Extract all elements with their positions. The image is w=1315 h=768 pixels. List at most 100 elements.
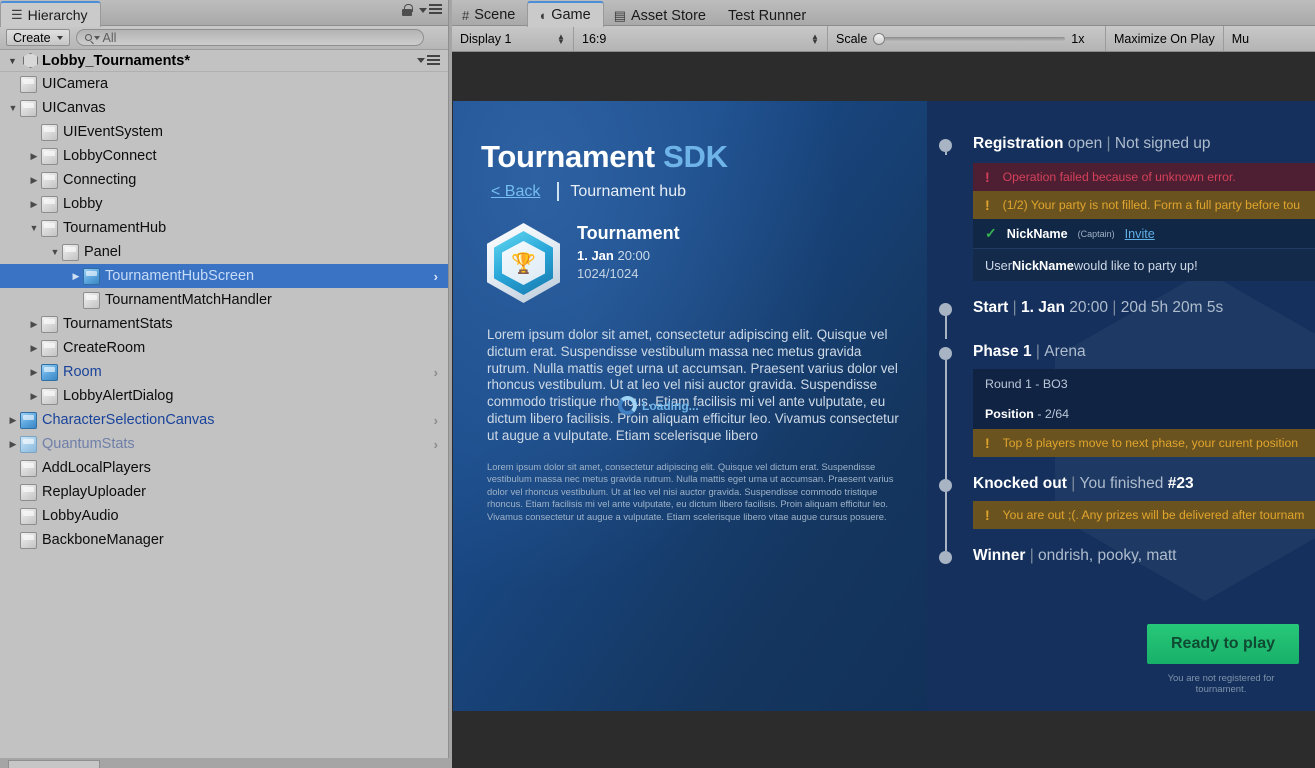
hierarchy-node-quantumstats[interactable]: ▶ QuantumStats ›	[0, 432, 448, 456]
display-dropdown[interactable]: Display 1 ▲▼	[452, 26, 574, 51]
hierarchy-node-lobby[interactable]: ▶Lobby	[0, 192, 448, 216]
party-invite-name: NickName	[1012, 258, 1074, 273]
hierarchy-node-tournamenthub[interactable]: ▼TournamentHub	[0, 216, 448, 240]
sdk-title-accent: SDK	[663, 139, 728, 174]
hierarchy-node-createroom[interactable]: ▶CreateRoom	[0, 336, 448, 360]
lock-icon[interactable]	[402, 4, 412, 16]
hierarchy-node-uicanvas[interactable]: ▼UICanvas	[0, 96, 448, 120]
scene-menu-icon[interactable]	[417, 55, 440, 67]
tab-label: Test Runner	[728, 8, 806, 24]
winner-names: ondrish, pooky, matt	[1038, 547, 1176, 564]
tab-label: Asset Store	[631, 8, 706, 24]
tab-asset-store[interactable]: ▤Asset Store	[604, 3, 718, 28]
hierarchy-node-room[interactable]: ▶ Room ›	[0, 360, 448, 384]
gameobject-icon	[41, 340, 58, 357]
chevron-right-icon[interactable]: ▶	[27, 368, 41, 377]
chevron-right-icon[interactable]: ▶	[69, 272, 83, 281]
display-dropdown-label: Display 1	[460, 32, 511, 46]
open-prefab-icon[interactable]: ›	[434, 269, 438, 284]
hierarchy-node-label: AddLocalPlayers	[42, 460, 151, 476]
chevron-right-icon[interactable]: ▶	[27, 176, 41, 185]
mute-audio-button[interactable]: Mu	[1224, 26, 1257, 51]
game-view-footer	[453, 711, 1315, 768]
hierarchy-node-addlocalplayers[interactable]: AddLocalPlayers	[0, 456, 448, 480]
hierarchy-node-label: UICamera	[42, 76, 108, 92]
open-prefab-icon[interactable]: ›	[434, 437, 438, 452]
hierarchy-node-lobbyconnect[interactable]: ▶LobbyConnect	[0, 144, 448, 168]
prefab-icon	[41, 364, 58, 381]
ready-to-play-button[interactable]: Ready to play	[1147, 624, 1299, 664]
chevron-down-icon[interactable]: ▼	[48, 248, 62, 257]
hierarchy-node-characterselectioncanvas[interactable]: ▶CharacterSelectionCanvas›	[0, 408, 448, 432]
search-input[interactable]: All	[76, 29, 424, 46]
hierarchy-node-uieventsystem[interactable]: UIEventSystem	[0, 120, 448, 144]
tab-hierarchy[interactable]: ☰ Hierarchy	[0, 1, 101, 27]
chevron-down-icon[interactable]: ▼	[27, 224, 41, 233]
invite-link[interactable]: Invite	[1125, 227, 1155, 241]
hierarchy-node-uicamera[interactable]: UICamera	[0, 72, 448, 96]
panel-menu-icon[interactable]	[419, 4, 442, 16]
back-link[interactable]: < Back	[481, 183, 540, 201]
check-icon: ✓	[985, 225, 997, 242]
hierarchy-node-label: TournamentMatchHandler	[105, 292, 272, 308]
breadcrumb-divider	[557, 182, 559, 201]
create-button[interactable]: Create	[6, 29, 70, 46]
phase-title: Phase 1	[973, 343, 1032, 360]
chevron-right-icon[interactable]: ▶	[6, 416, 20, 425]
hierarchy-node-tournamenthubscreen[interactable]: ▶TournamentHubScreen›	[0, 264, 448, 288]
chevron-right-icon[interactable]: ▶	[27, 200, 41, 209]
gameobject-icon	[41, 196, 58, 213]
tournament-description: Lorem ipsum dolor sit amet, consectetur …	[481, 327, 899, 445]
hierarchy-node-connecting[interactable]: ▶Connecting	[0, 168, 448, 192]
status-bar-tab[interactable]	[8, 760, 100, 768]
hierarchy-node-tournamentmatchhandler[interactable]: TournamentMatchHandler	[0, 288, 448, 312]
aspect-dropdown-label: 16:9	[582, 32, 606, 46]
gameobject-icon	[41, 124, 58, 141]
maximize-on-play-button[interactable]: Maximize On Play	[1106, 26, 1224, 51]
phase-mode: Arena	[1044, 343, 1085, 360]
gameobject-icon	[20, 100, 37, 117]
scale-slider[interactable]	[873, 37, 1065, 41]
start-date: 1. Jan	[1021, 299, 1065, 316]
knocked-out-heading: Knocked out | You finished #23	[973, 475, 1315, 493]
chevron-right-icon[interactable]: ▶	[27, 392, 41, 401]
chevron-right-icon[interactable]: ▶	[6, 440, 20, 449]
timeline-connector	[945, 316, 947, 339]
scale-slider-knob[interactable]	[873, 33, 885, 45]
gameobject-icon	[41, 148, 58, 165]
warning-icon: !	[985, 507, 990, 523]
alert-knocked-out-text: You are out ;(. Any prizes will be deliv…	[1003, 508, 1305, 522]
aspect-dropdown[interactable]: 16:9 ▲▼	[574, 26, 828, 51]
chevron-right-icon[interactable]: ▶	[27, 152, 41, 161]
scale-slider-group[interactable]: Scale 1x	[828, 26, 1106, 51]
hierarchy-node-lobbyalertdialog[interactable]: ▶LobbyAlertDialog	[0, 384, 448, 408]
open-prefab-icon[interactable]: ›	[434, 365, 438, 380]
hierarchy-node-label: Room	[63, 364, 102, 380]
winner-title: Winner	[973, 547, 1025, 564]
timeline-connector	[945, 492, 947, 551]
chevron-right-icon[interactable]: ▶	[27, 320, 41, 329]
tree-spacer	[6, 464, 20, 473]
knocked-out-alerts: ! You are out ;(. Any prizes will be del…	[973, 501, 1315, 529]
scene-root-row[interactable]: ▼ Lobby_Tournaments*	[0, 50, 448, 72]
tab-test-runner[interactable]: Test Runner	[718, 3, 818, 28]
hierarchy-node-panel[interactable]: ▼Panel	[0, 240, 448, 264]
hierarchy-node-label: QuantumStats	[42, 436, 135, 452]
chevron-down-icon[interactable]: ▼	[6, 56, 19, 66]
grid-icon: #	[462, 8, 469, 23]
hierarchy-node-backbonemanager[interactable]: BackboneManager	[0, 528, 448, 552]
hierarchy-node-tournamentstats[interactable]: ▶TournamentStats	[0, 312, 448, 336]
game-render-view[interactable]: Tournament SDK < Back Tournament hub 🏆	[453, 101, 1315, 711]
chevron-right-icon[interactable]: ▶	[27, 344, 41, 353]
gameobject-icon	[20, 508, 37, 525]
hierarchy-node-lobbyaudio[interactable]: LobbyAudio	[0, 504, 448, 528]
tab-game[interactable]: ◖Game	[527, 1, 603, 27]
tab-scene[interactable]: #Scene	[452, 3, 527, 28]
open-prefab-icon[interactable]: ›	[434, 413, 438, 428]
timeline-start: Start | 1. Jan 20:00 | 20d 5h 20m 5s	[927, 299, 1315, 317]
chevron-down-icon[interactable]: ▼	[6, 104, 20, 113]
phase-details: Round 1 - BO3 Position - 2/64 ! Top 8 pl…	[973, 369, 1315, 457]
phase-round-row: Round 1 - BO3	[973, 369, 1315, 399]
hierarchy-node-replayuploader[interactable]: ReplayUploader	[0, 480, 448, 504]
loading-indicator: Loading...	[618, 396, 699, 415]
